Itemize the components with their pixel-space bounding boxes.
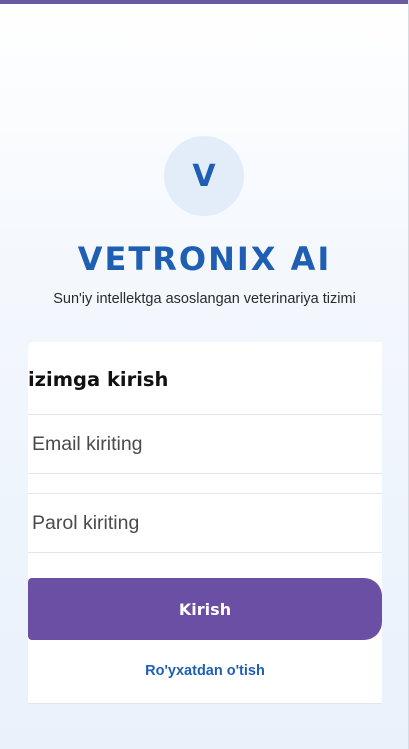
app-logo: V — [164, 136, 244, 216]
register-link[interactable]: Ro'yxatdan o'tish — [28, 663, 382, 679]
email-field — [28, 414, 382, 474]
password-field — [28, 493, 382, 553]
card-divider — [28, 703, 382, 704]
login-button[interactable]: Kirish — [28, 578, 382, 640]
logo-letter: V — [192, 158, 216, 194]
email-input[interactable] — [28, 415, 382, 473]
app-title: VETRONIX AI — [77, 240, 332, 278]
login-heading: izimga kirish — [28, 368, 169, 391]
password-input[interactable] — [28, 494, 382, 552]
app-subtitle: Sun'iy intellektga asoslangan veterinari… — [53, 291, 356, 307]
top-border — [0, 0, 409, 4]
